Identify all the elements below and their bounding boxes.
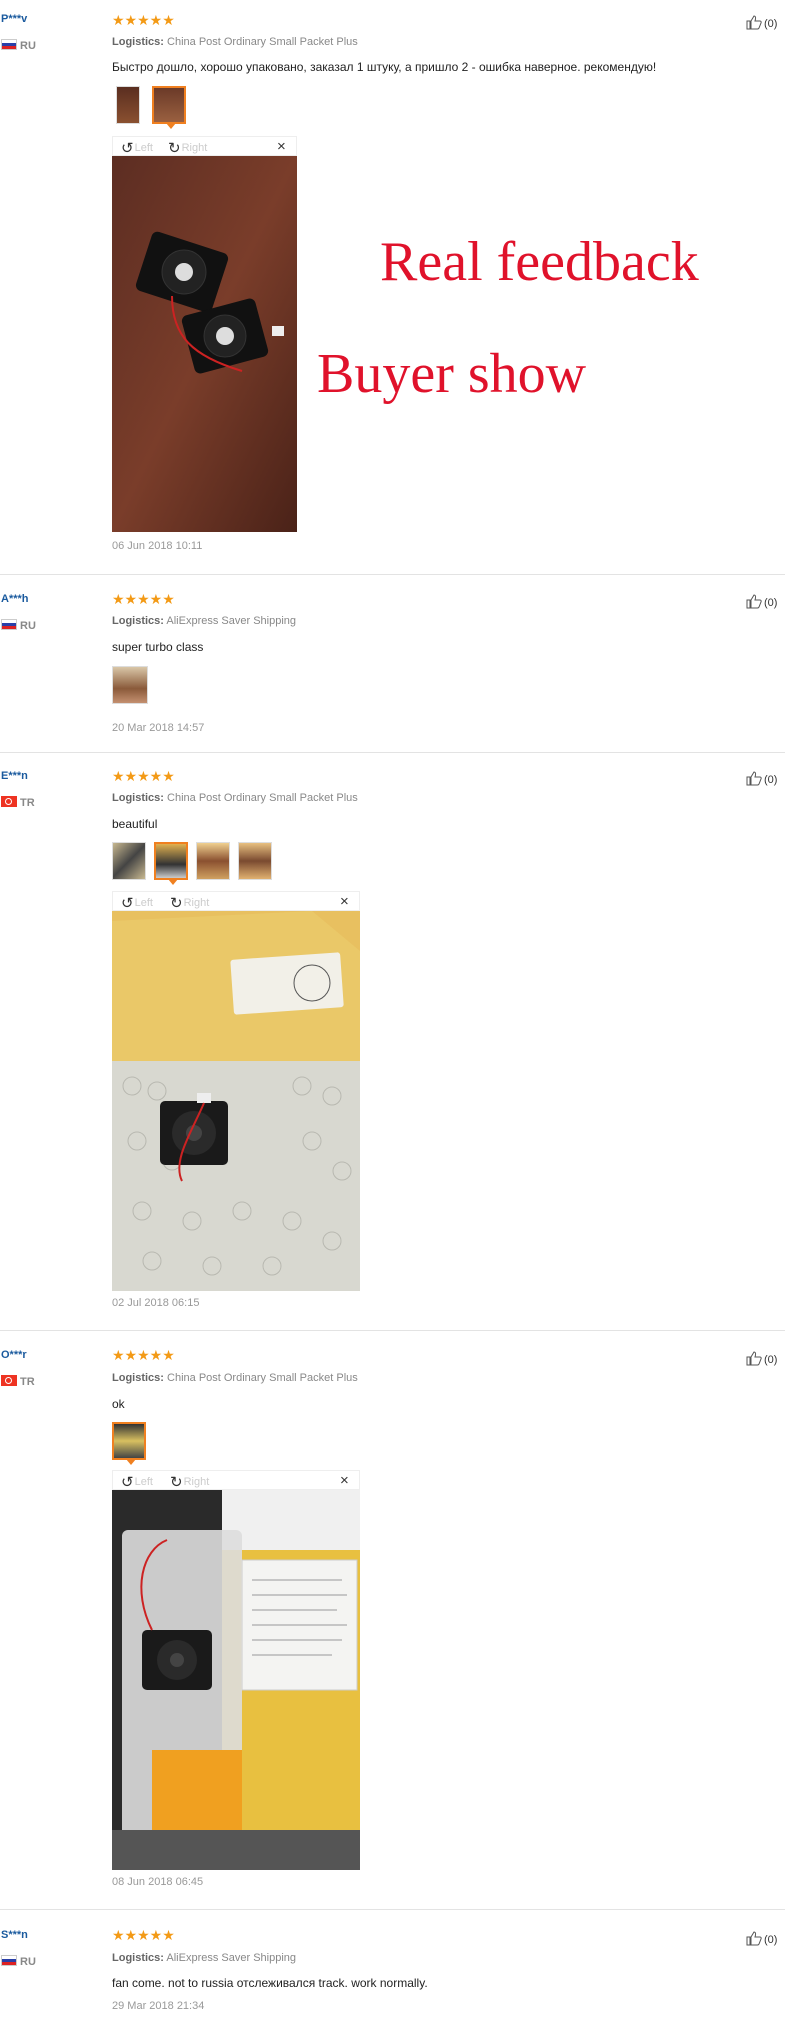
reviewer-name[interactable]: E***n	[1, 770, 28, 782]
divider	[0, 1330, 785, 1331]
rotate-left-icon: ↺	[121, 895, 134, 912]
photo-thumbnail-selected[interactable]	[154, 842, 188, 885]
logistics-info: Logistics: AliExpress Saver Shipping	[112, 615, 297, 627]
photo-thumbnail-selected[interactable]	[112, 1422, 146, 1465]
rotate-left-icon: ↺	[121, 1474, 134, 1491]
flag-ru-icon	[1, 1955, 17, 1966]
photo-thumbnail[interactable]	[116, 86, 140, 124]
overlay-caption: Real feedback	[380, 231, 699, 293]
divider	[0, 574, 785, 575]
rotate-right-button[interactable]: ↻Right	[168, 139, 207, 157]
reviewer-country: TR	[1, 796, 35, 809]
rotate-right-button[interactable]: ↻Right	[170, 1473, 209, 1491]
photo-thumbnail[interactable]	[112, 666, 148, 704]
reviewer-name[interactable]: S***n	[1, 1929, 28, 1941]
logistics-info: Logistics: China Post Ordinary Small Pac…	[112, 792, 358, 804]
star-rating: ★★★★★	[112, 768, 175, 784]
photo-thumbnail[interactable]	[238, 842, 272, 880]
thumbs-up-icon	[746, 1351, 762, 1366]
review-text: Быстро дошло, хорошо упаковано, заказал …	[112, 60, 657, 74]
logistics-info: Logistics: AliExpress Saver Shipping	[112, 1952, 297, 1964]
close-icon[interactable]: ×	[277, 138, 286, 155]
star-rating: ★★★★★	[112, 1347, 175, 1363]
rotate-right-button[interactable]: ↻Right	[170, 894, 209, 912]
reviewer-country: TR	[1, 1375, 35, 1388]
review-photo	[112, 156, 297, 532]
logistics-info: Logistics: China Post Ordinary Small Pac…	[112, 36, 358, 48]
review-date: 20 Mar 2018 14:57	[112, 722, 205, 734]
review-date: 08 Jun 2018 06:45	[112, 1876, 204, 1888]
overlay-caption: Buyer show	[317, 343, 587, 405]
reviewer-country: RU	[1, 39, 36, 52]
review-date: 29 Mar 2018 21:34	[112, 2000, 205, 2012]
photo-thumbnail[interactable]	[196, 842, 230, 880]
reviewer-name[interactable]: A***h	[1, 593, 29, 605]
review-date: 02 Jul 2018 06:15	[112, 1297, 200, 1309]
flag-ru-icon	[1, 619, 17, 630]
divider	[0, 752, 785, 753]
helpful-button[interactable]: (0)	[746, 1931, 777, 1946]
viewer-toolbar: ↺Left ↻Right ×	[112, 1470, 360, 1491]
thumbs-up-icon	[746, 1931, 762, 1946]
viewer-toolbar: ↺Left ↻Right ×	[112, 136, 297, 157]
selected-indicator	[168, 879, 178, 885]
star-rating: ★★★★★	[112, 591, 175, 607]
close-icon[interactable]: ×	[340, 1472, 349, 1489]
flag-tr-icon	[1, 796, 17, 807]
rotate-left-icon: ↺	[121, 140, 134, 157]
thumbs-up-icon	[746, 15, 762, 30]
photo-thumbnail-selected[interactable]	[152, 86, 186, 129]
rotate-left-button[interactable]: ↺Left	[121, 139, 153, 157]
rotate-left-button[interactable]: ↺Left	[121, 1473, 153, 1491]
review-photo	[112, 911, 360, 1291]
rotate-left-button[interactable]: ↺Left	[121, 894, 153, 912]
flag-tr-icon	[1, 1375, 17, 1386]
selected-indicator	[126, 1459, 136, 1465]
review-text: fan come. not to russia отслеживался tra…	[112, 1976, 428, 1990]
helpful-button[interactable]: (0)	[746, 594, 777, 609]
close-icon[interactable]: ×	[340, 893, 349, 910]
thumbs-up-icon	[746, 594, 762, 609]
review-text: beautiful	[112, 817, 158, 831]
flag-ru-icon	[1, 39, 17, 50]
reviewer-name[interactable]: O***r	[1, 1349, 27, 1361]
rotate-right-icon: ↻	[170, 1474, 183, 1491]
review-photo	[112, 1490, 360, 1870]
rotate-right-icon: ↻	[168, 140, 181, 157]
helpful-button[interactable]: (0)	[746, 771, 777, 786]
review-date: 06 Jun 2018 10:11	[112, 540, 203, 552]
divider	[0, 1909, 785, 1910]
star-rating: ★★★★★	[112, 1927, 175, 1943]
logistics-info: Logistics: China Post Ordinary Small Pac…	[112, 1372, 358, 1384]
photo-thumbnail[interactable]	[112, 842, 146, 880]
viewer-toolbar: ↺Left ↻Right ×	[112, 891, 360, 912]
review-text: super turbo class	[112, 640, 204, 654]
star-rating: ★★★★★	[112, 12, 175, 28]
thumbs-up-icon	[746, 771, 762, 786]
reviewer-country: RU	[1, 1955, 36, 1968]
reviewer-country: RU	[1, 619, 36, 632]
helpful-button[interactable]: (0)	[746, 15, 777, 30]
reviewer-name[interactable]: P***v	[1, 13, 27, 25]
rotate-right-icon: ↻	[170, 895, 183, 912]
review-text: ok	[112, 1397, 125, 1411]
helpful-button[interactable]: (0)	[746, 1351, 777, 1366]
selected-indicator	[166, 123, 176, 129]
